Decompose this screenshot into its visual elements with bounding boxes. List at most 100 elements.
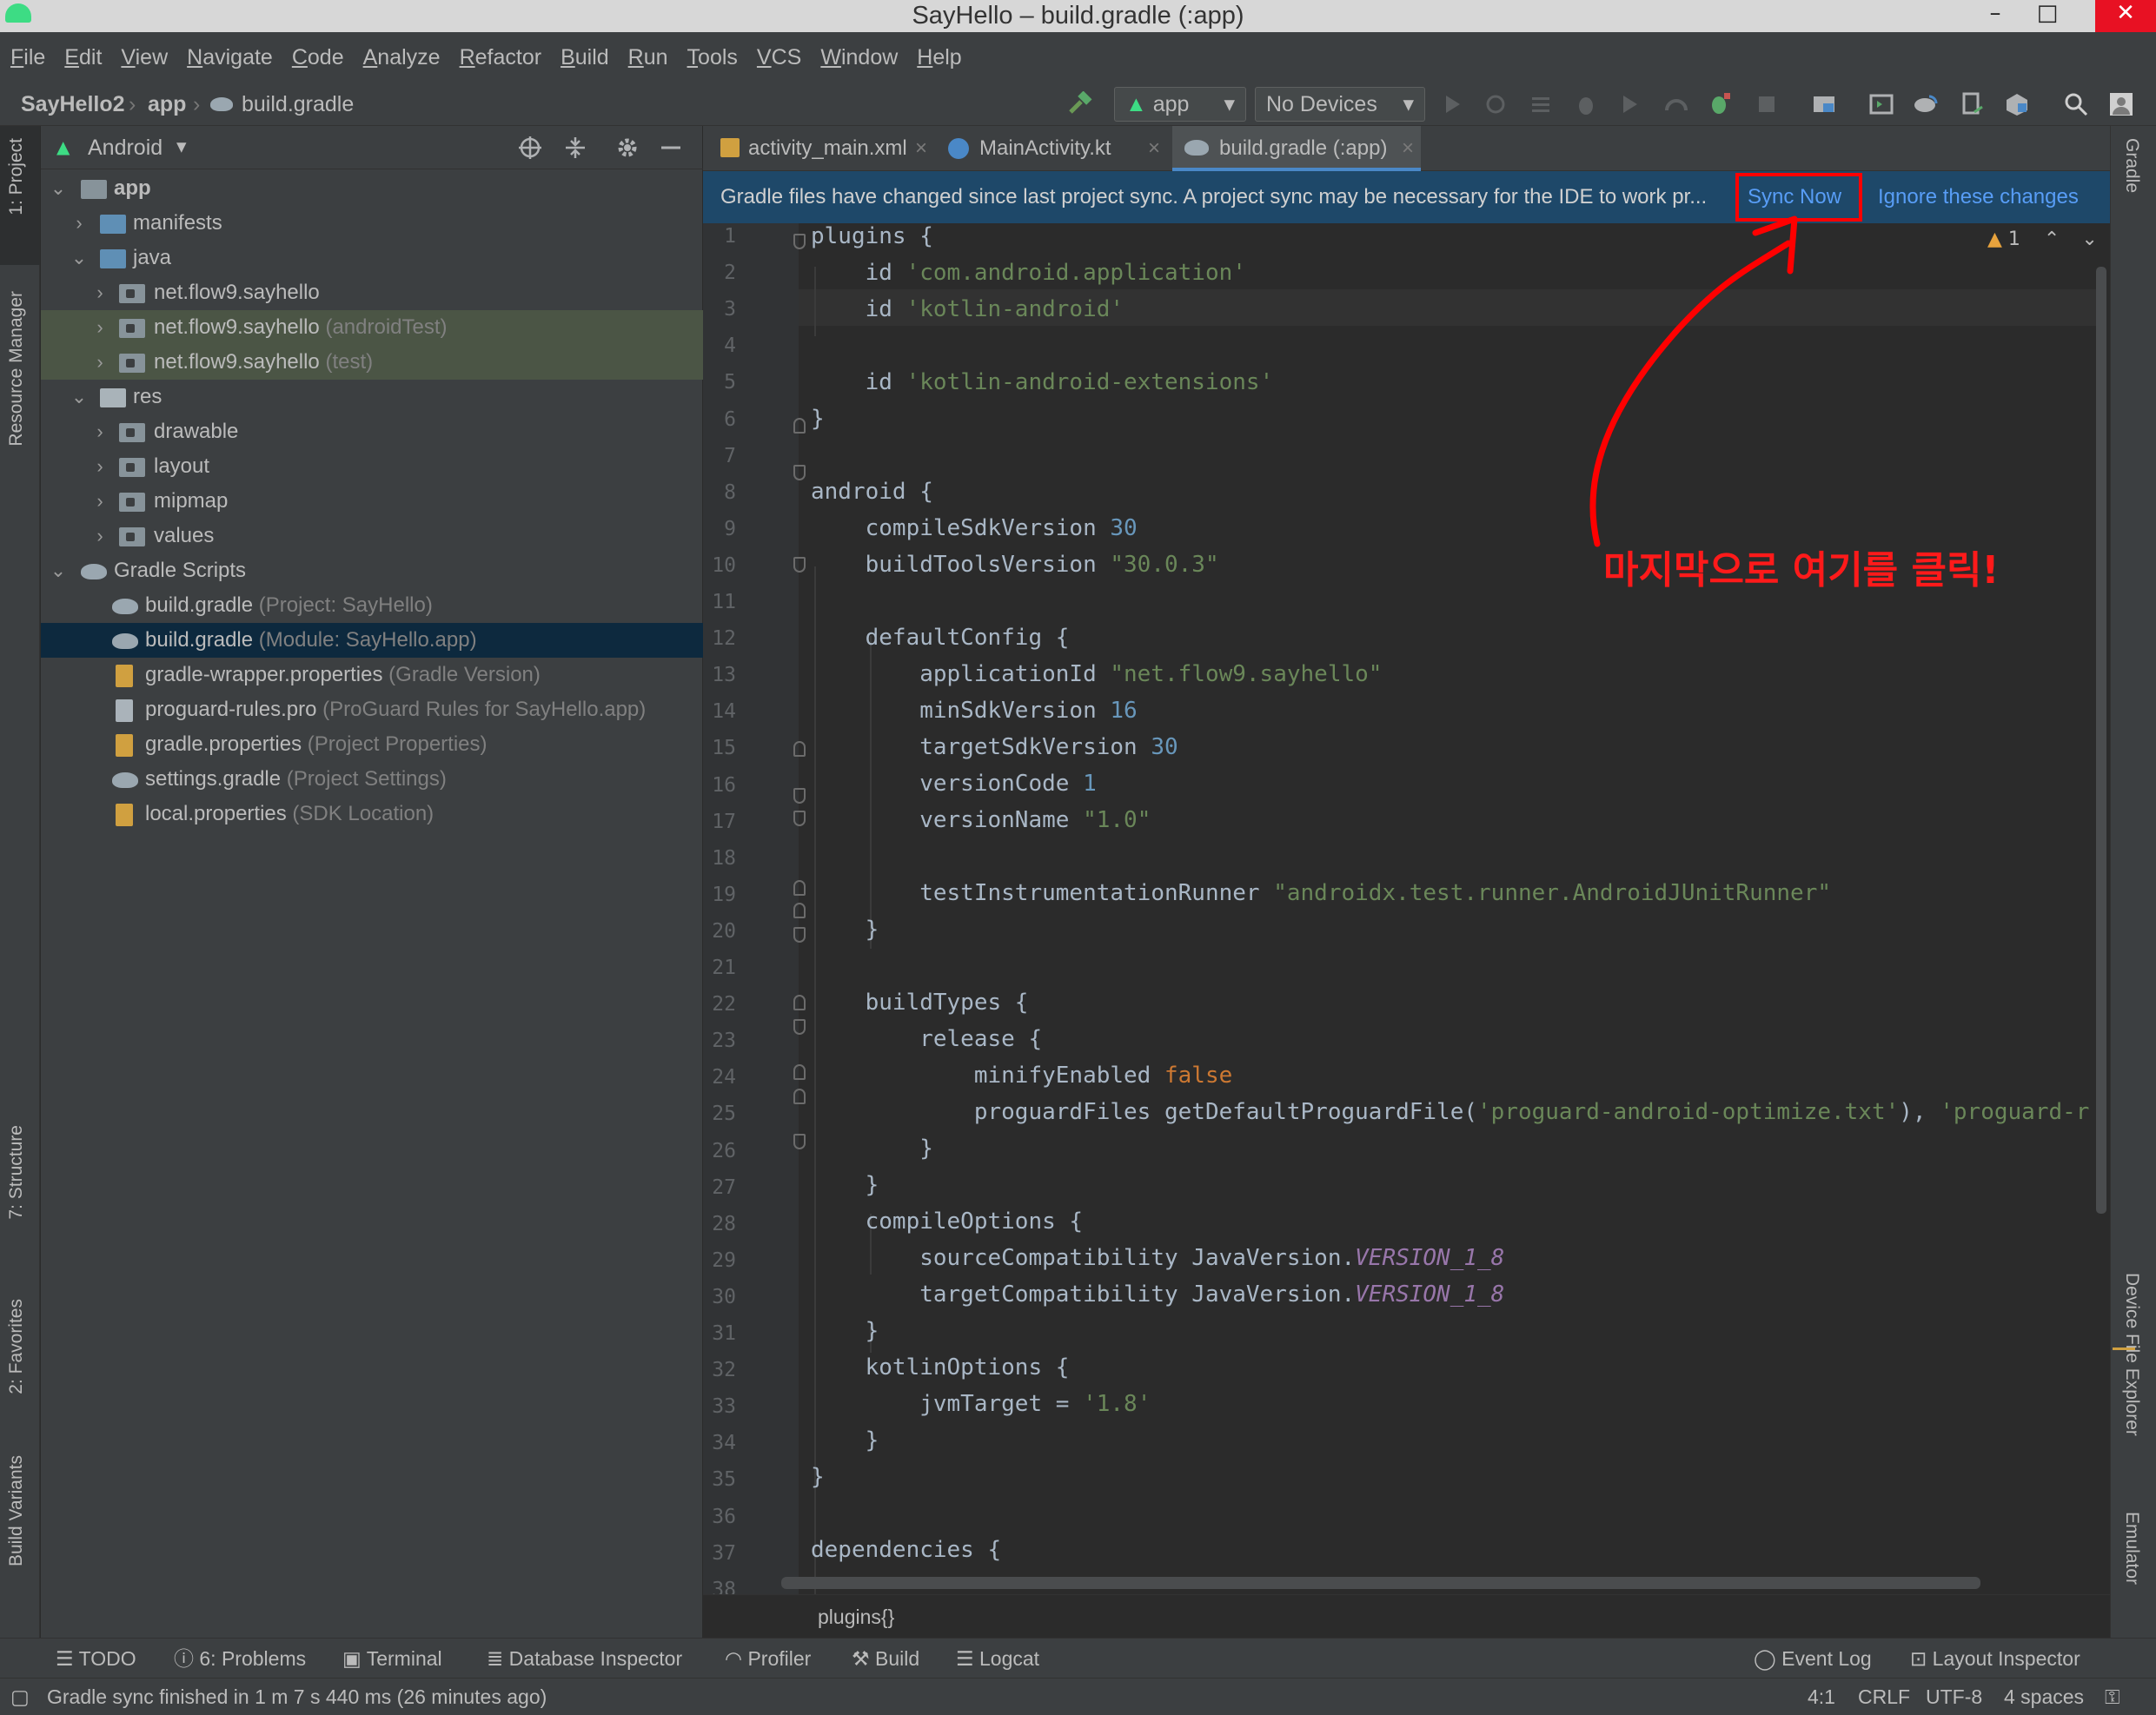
locate-file-icon[interactable] xyxy=(517,135,543,161)
fold-marker-icon[interactable] xyxy=(793,995,806,1010)
close-tab-icon[interactable]: × xyxy=(1402,126,1414,171)
fold-marker-icon[interactable] xyxy=(793,927,806,943)
project-view-selector[interactable]: Android xyxy=(88,126,163,169)
breadcrumb-file[interactable]: build.gradle xyxy=(242,83,354,126)
lock-icon[interactable]: ⚿ xyxy=(2105,1679,2120,1715)
tree-item-mipmap[interactable]: › mipmap xyxy=(41,484,703,519)
debug-icon[interactable] xyxy=(1573,91,1599,117)
hide-tool-windows-icon[interactable]: ▢ xyxy=(10,1679,30,1715)
fold-marker-icon[interactable] xyxy=(793,1134,806,1149)
attach-debugger-icon[interactable] xyxy=(1707,91,1733,117)
project-structure-icon[interactable] xyxy=(1811,91,1837,117)
fold-marker-icon[interactable] xyxy=(793,418,806,434)
tab-build-gradle-app[interactable]: build.gradle (:app) × xyxy=(1172,126,1421,171)
tree-item-manifests[interactable]: › manifests xyxy=(41,206,703,241)
menu-analyze[interactable]: Analyze xyxy=(363,45,441,70)
tool-window-build-variants[interactable]: Build Variants xyxy=(6,1455,27,1566)
tree-item-package-test[interactable]: › net.flow9.sayhello (test) xyxy=(41,345,703,380)
menu-help[interactable]: Help xyxy=(917,45,961,70)
run-config-selector[interactable]: ▲ app ▾ xyxy=(1114,87,1246,122)
chevron-down-icon[interactable]: ⌄ xyxy=(50,171,67,206)
account-icon[interactable] xyxy=(2108,91,2134,117)
tool-window-todo[interactable]: ☰ TODO xyxy=(56,1639,136,1679)
fold-marker-icon[interactable] xyxy=(793,234,806,249)
tool-window-terminal[interactable]: ▣ Terminal xyxy=(342,1639,442,1679)
next-highlight-icon[interactable]: ⌄ xyxy=(2081,228,2097,250)
tool-window-resource-manager[interactable]: Resource Manager xyxy=(6,291,27,447)
run-icon[interactable] xyxy=(1439,91,1465,117)
apply-changes-icon[interactable] xyxy=(1483,91,1509,117)
line-separator[interactable]: CRLF xyxy=(1858,1679,1910,1715)
close-tab-icon[interactable]: × xyxy=(915,126,927,171)
caret-position[interactable]: 4:1 xyxy=(1808,1679,1835,1715)
tab-mainactivity-kt[interactable]: MainActivity.kt × xyxy=(946,126,1167,171)
sync-project-gradle-icon[interactable] xyxy=(1912,91,1938,117)
maximize-button[interactable]: □ xyxy=(2021,0,2073,32)
hide-panel-icon[interactable] xyxy=(658,135,684,161)
code-editor[interactable]: 1 2 3 4 5 6 7 8 9 10 11 12 13 14 15 16 17 18 19 20 21 22 23 24 2… xyxy=(703,223,2110,1594)
tool-window-problems[interactable]: ⓘ 6: Problems xyxy=(174,1639,306,1679)
tree-item-drawable[interactable]: › drawable xyxy=(41,414,703,449)
fold-marker-icon[interactable] xyxy=(793,1064,806,1080)
chevron-down-icon[interactable]: ⌄ xyxy=(50,553,67,588)
chevron-right-icon[interactable]: › xyxy=(91,519,109,553)
tree-item-build-gradle-module[interactable]: build.gradle (Module: SayHello.app) xyxy=(41,623,703,658)
menu-tools[interactable]: Tools xyxy=(687,45,738,70)
tool-window-device-file-explorer[interactable]: Device File Explorer xyxy=(2121,1273,2142,1436)
tool-window-emulator[interactable]: Emulator xyxy=(2121,1512,2142,1585)
menu-build[interactable]: Build xyxy=(561,45,609,70)
menu-file[interactable]: File xyxy=(10,45,45,70)
apply-code-changes-icon[interactable] xyxy=(1528,91,1554,117)
chevron-right-icon[interactable]: › xyxy=(91,275,109,310)
chevron-down-icon[interactable]: ⌄ xyxy=(70,241,88,275)
tool-window-gradle[interactable]: Gradle xyxy=(2121,138,2142,193)
menu-navigate[interactable]: Navigate xyxy=(187,45,273,70)
tree-item-package-androidtest[interactable]: › net.flow9.sayhello (androidTest) xyxy=(41,310,703,345)
code-breadcrumb-label[interactable]: plugins{} xyxy=(818,1595,894,1639)
chevron-right-icon[interactable]: › xyxy=(91,345,109,380)
tree-item-gradle-properties[interactable]: gradle.properties (Project Properties) xyxy=(41,727,703,762)
indent-setting[interactable]: 4 spaces xyxy=(2004,1679,2084,1715)
menu-vcs[interactable]: VCS xyxy=(757,45,801,70)
tree-item-java[interactable]: ⌄ java xyxy=(41,241,703,275)
breadcrumb-module[interactable]: app xyxy=(148,83,186,126)
tool-window-favorites[interactable]: 2: Favorites xyxy=(6,1299,27,1394)
tool-window-event-log[interactable]: ◯ Event Log xyxy=(1754,1639,1872,1679)
tab-activity-main-xml[interactable]: activity_main.xml × xyxy=(715,126,936,171)
inspection-widget[interactable]: ▲ 1 ⌃ ⌄ xyxy=(1987,227,2098,253)
search-everywhere-icon[interactable] xyxy=(2063,91,2089,117)
tool-window-logcat[interactable]: ☰ Logcat xyxy=(956,1639,1039,1679)
minimize-button[interactable]: – xyxy=(1969,0,2021,32)
fold-marker-icon[interactable] xyxy=(793,465,806,480)
avd-manager-icon[interactable] xyxy=(1868,91,1894,117)
tree-item-layout[interactable]: › layout xyxy=(41,449,703,484)
gear-icon[interactable] xyxy=(614,135,640,161)
close-window-button[interactable]: ✕ xyxy=(2095,0,2156,32)
device-manager-icon[interactable] xyxy=(2004,91,2030,117)
menu-refactor[interactable]: Refactor xyxy=(460,45,542,70)
tree-item-values[interactable]: › values xyxy=(41,519,703,553)
status-message[interactable]: Gradle sync finished in 1 m 7 s 440 ms (… xyxy=(47,1679,547,1715)
fold-marker-icon[interactable] xyxy=(793,1089,806,1104)
stop-icon[interactable] xyxy=(1754,91,1780,117)
sdk-manager-icon[interactable] xyxy=(1959,91,1985,117)
file-encoding[interactable]: UTF-8 xyxy=(1926,1679,1982,1715)
tool-window-profiler[interactable]: ◠ Profiler xyxy=(725,1639,811,1679)
profile-icon[interactable] xyxy=(1663,91,1689,117)
previous-highlight-icon[interactable]: ⌃ xyxy=(2044,228,2060,250)
chevron-right-icon[interactable]: › xyxy=(91,449,109,484)
menu-run[interactable]: Run xyxy=(628,45,668,70)
menu-view[interactable]: View xyxy=(121,45,168,70)
tree-item-settings-gradle[interactable]: settings.gradle (Project Settings) xyxy=(41,762,703,797)
tree-item-proguard-rules[interactable]: proguard-rules.pro (ProGuard Rules for S… xyxy=(41,692,703,727)
menu-edit[interactable]: Edit xyxy=(64,45,102,70)
chevron-down-icon[interactable]: ▾ xyxy=(176,126,187,168)
ignore-changes-link[interactable]: Ignore these changes xyxy=(1878,171,2079,223)
breadcrumb-project[interactable]: SayHello2 xyxy=(21,83,125,126)
chevron-right-icon[interactable]: › xyxy=(70,206,88,241)
menu-code[interactable]: Code xyxy=(292,45,344,70)
chevron-right-icon[interactable]: › xyxy=(91,414,109,449)
vertical-scrollbar[interactable] xyxy=(2096,267,2106,1214)
fold-marker-icon[interactable] xyxy=(793,788,806,804)
fold-marker-icon[interactable] xyxy=(793,903,806,918)
